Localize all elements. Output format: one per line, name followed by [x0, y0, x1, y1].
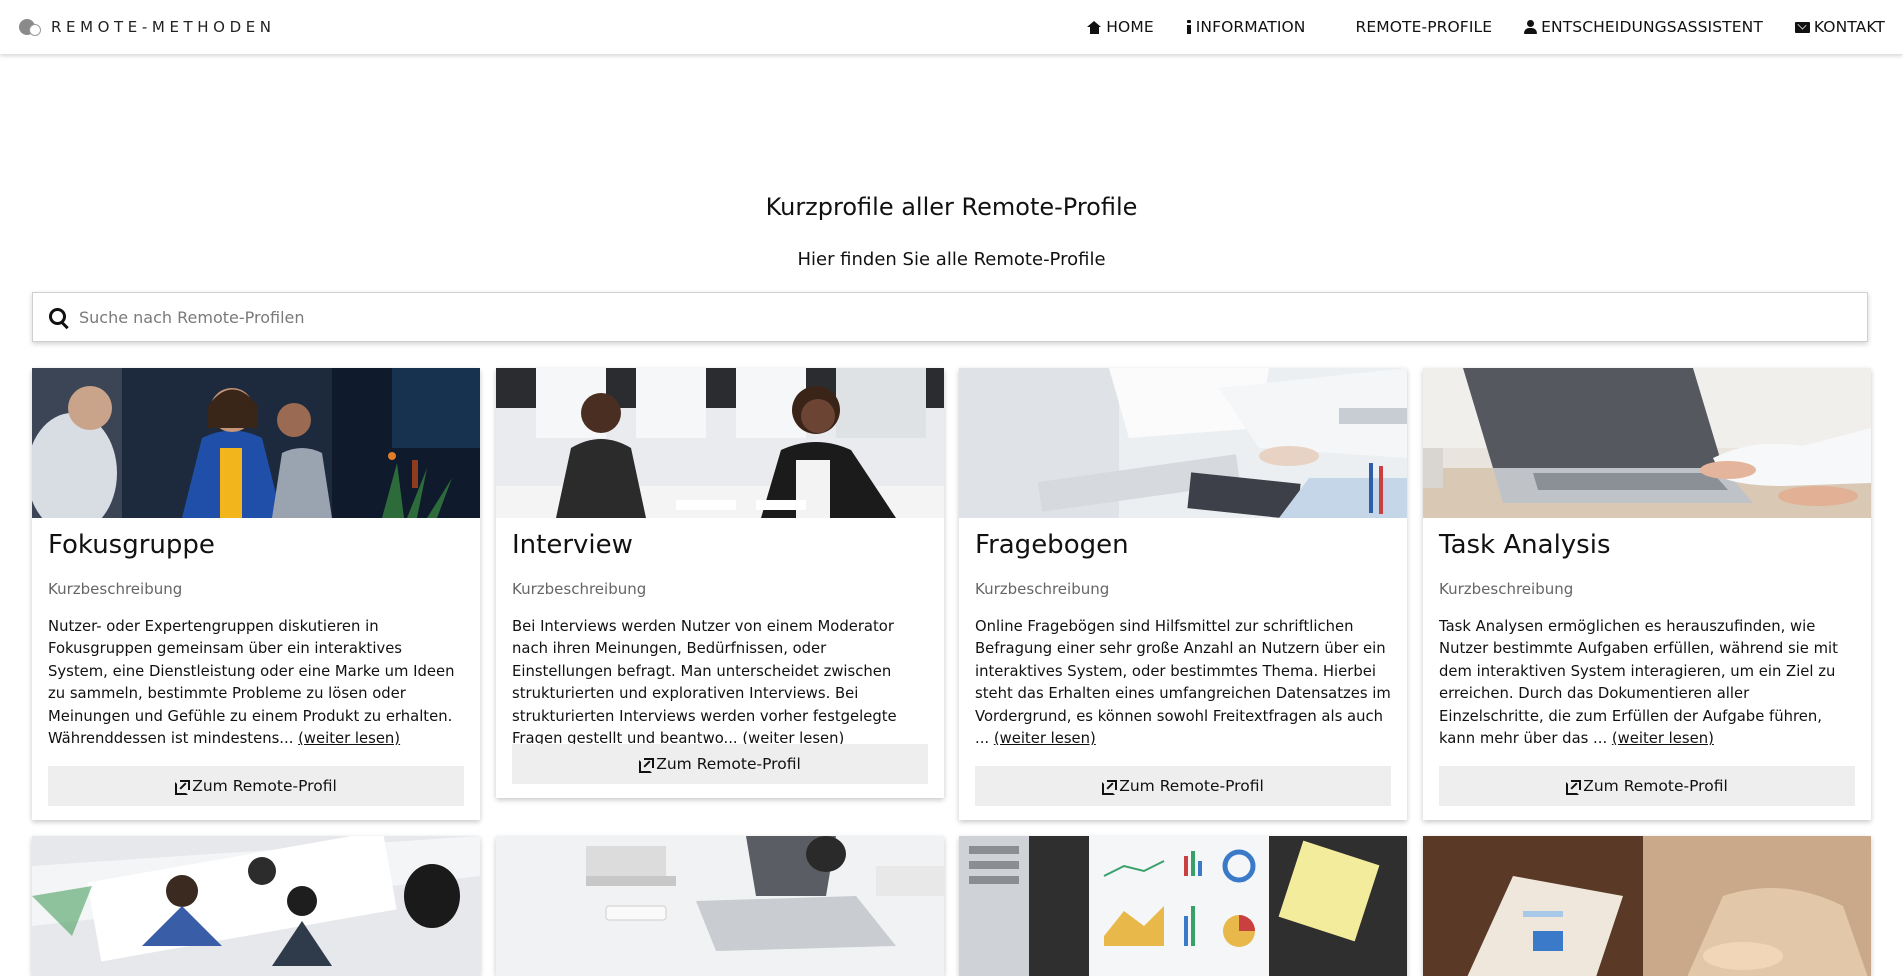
brand-logo-icon — [19, 16, 41, 38]
card-title: Fokusgruppe — [48, 530, 215, 560]
card-title: Task Analysis — [1439, 530, 1611, 560]
top-navbar: REMOTE-METHODEN HOME INFORMATION REMOTE-… — [0, 0, 1903, 54]
card-image — [32, 836, 480, 976]
profile-card-fokusgruppe: Fokusgruppe Kurzbeschreibung Nutzer- ode… — [32, 368, 480, 820]
card-description: Nutzer- oder Expertengruppen diskutieren… — [48, 616, 466, 750]
nav-item-label: INFORMATION — [1195, 18, 1306, 36]
nav-item-label: HOME — [1106, 18, 1154, 36]
external-link-icon — [639, 757, 655, 773]
read-more-link[interactable]: (weiter lesen) — [298, 730, 400, 747]
card-description-text: Online Fragebögen sind Hilfsmittel zur s… — [975, 618, 1391, 748]
nav-item-label: KONTAKT — [1813, 18, 1885, 36]
card-title: Interview — [512, 530, 633, 560]
nav-item-information[interactable]: INFORMATION — [1186, 18, 1306, 36]
card-image — [959, 836, 1407, 976]
button-label: Zum Remote-Profil — [1119, 777, 1264, 795]
profile-card-interview: Interview Kurzbeschreibung Bei Interview… — [496, 368, 944, 798]
read-more-link[interactable]: (weiter lesen) — [994, 730, 1096, 747]
profile-card-row2-3 — [959, 836, 1407, 976]
nav-links: HOME INFORMATION REMOTE-PROFILE ENTSCHEI… — [1055, 18, 1885, 36]
grid-icon — [1338, 21, 1352, 34]
button-label: Zum Remote-Profil — [656, 755, 801, 773]
card-description: Online Fragebögen sind Hilfsmittel zur s… — [975, 616, 1393, 750]
profile-card-row2-4 — [1423, 836, 1871, 976]
card-title: Fragebogen — [975, 530, 1129, 560]
card-image — [959, 368, 1407, 518]
brand-link[interactable]: REMOTE-METHODEN — [19, 16, 276, 38]
page-title: Kurzprofile aller Remote-Profile — [765, 193, 1138, 221]
card-image — [496, 368, 944, 518]
card-description: Task Analysen ermöglichen es herauszufin… — [1439, 616, 1857, 750]
button-label: Zum Remote-Profil — [1583, 777, 1728, 795]
nav-item-entscheidungsassistent[interactable]: ENTSCHEIDUNGSASSISTENT — [1524, 18, 1763, 36]
envelope-icon — [1794, 21, 1810, 33]
nav-item-home[interactable]: HOME — [1087, 18, 1154, 36]
read-more-link[interactable]: (weiter lesen) — [1612, 730, 1714, 747]
search-icon — [49, 308, 69, 330]
page-subtitle: Hier finden Sie alle Remote-Profile — [797, 249, 1106, 270]
card-description-text: Nutzer- oder Expertengruppen diskutieren… — [48, 618, 455, 748]
button-label: Zum Remote-Profil — [192, 777, 337, 795]
nav-item-label: ENTSCHEIDUNGSASSISTENT — [1541, 18, 1763, 36]
card-subtitle: Kurzbeschreibung — [48, 580, 183, 598]
card-subtitle: Kurzbeschreibung — [512, 580, 647, 598]
search-input[interactable] — [75, 293, 1859, 341]
external-link-icon — [1566, 779, 1582, 795]
nav-item-kontakt[interactable]: KONTAKT — [1794, 18, 1885, 36]
card-image — [32, 368, 480, 518]
card-subtitle: Kurzbeschreibung — [1439, 580, 1574, 598]
card-description-text: Bei Interviews werden Nutzer von einem M… — [512, 618, 897, 748]
external-link-icon — [1102, 779, 1118, 795]
brand-name: REMOTE-METHODEN — [51, 18, 276, 36]
card-image — [1423, 368, 1871, 518]
card-description: Bei Interviews werden Nutzer von einem M… — [512, 616, 930, 750]
profile-card-row2-1 — [32, 836, 480, 976]
external-link-icon — [175, 779, 191, 795]
profile-card-task-analysis: Task Analysis Kurzbeschreibung Task Anal… — [1423, 368, 1871, 820]
nav-item-label: REMOTE-PROFILE — [1355, 18, 1493, 36]
open-remote-profile-button[interactable]: Zum Remote-Profil — [1439, 766, 1855, 806]
card-description-text: Task Analysen ermöglichen es herauszufin… — [1439, 618, 1838, 748]
open-remote-profile-button[interactable]: Zum Remote-Profil — [48, 766, 464, 806]
card-subtitle: Kurzbeschreibung — [975, 580, 1110, 598]
card-image — [496, 836, 944, 976]
home-icon — [1087, 20, 1102, 34]
profile-card-row2-2 — [496, 836, 944, 976]
open-remote-profile-button[interactable]: Zum Remote-Profil — [975, 766, 1391, 806]
open-remote-profile-button[interactable]: Zum Remote-Profil — [512, 744, 928, 784]
search-box — [32, 292, 1868, 342]
profile-card-fragebogen: Fragebogen Kurzbeschreibung Online Frage… — [959, 368, 1407, 820]
user-icon — [1524, 20, 1538, 34]
nav-item-remote-profile[interactable]: REMOTE-PROFILE — [1338, 18, 1493, 36]
info-icon — [1186, 20, 1192, 34]
card-image — [1423, 836, 1871, 976]
